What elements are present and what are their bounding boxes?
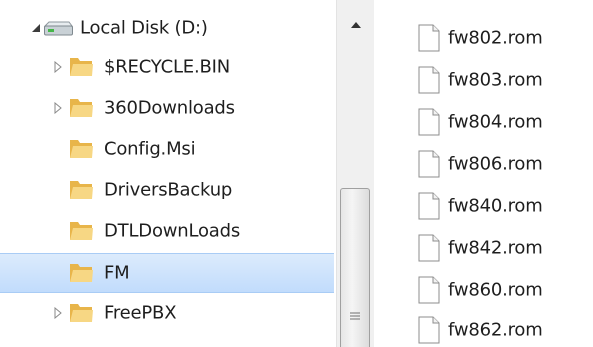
tree-item-local-disk-d[interactable]: Local Disk (D:) <box>0 9 334 47</box>
folder-icon <box>70 264 93 282</box>
file-item[interactable]: fw806.rom <box>374 144 593 184</box>
folder-icon <box>70 58 93 76</box>
scrollbar-thumb[interactable] <box>340 188 370 347</box>
file-item[interactable]: fw860.rom <box>374 270 593 310</box>
file-name: fw804.rom <box>448 111 543 133</box>
file-icon <box>418 66 440 94</box>
tree-item-driversbackup[interactable]: DriversBackup <box>0 171 334 209</box>
file-icon <box>418 192 440 220</box>
file-name: fw803.rom <box>448 69 543 91</box>
collapsed-arrow-icon[interactable] <box>52 102 64 114</box>
file-name: fw802.rom <box>448 27 543 49</box>
file-name: fw860.rom <box>448 279 543 301</box>
file-name: fw806.rom <box>448 153 543 175</box>
tree-item-recycle-bin[interactable]: $RECYCLE.BIN <box>0 48 334 86</box>
tree-item-label: DTLDownLoads <box>104 220 241 242</box>
tree-item-config-msi[interactable]: Config.Msi <box>0 130 334 168</box>
tree-item-label: DriversBackup <box>104 179 233 201</box>
tree-item-label: Config.Msi <box>104 138 196 160</box>
grip-icon <box>350 312 360 320</box>
file-item[interactable]: fw803.rom <box>374 60 593 100</box>
file-name: fw840.rom <box>448 195 543 217</box>
folder-icon <box>70 99 93 117</box>
drive-icon <box>43 21 73 36</box>
file-item[interactable]: fw862.rom <box>374 310 593 347</box>
folder-icon <box>70 304 93 322</box>
file-item[interactable]: fw840.rom <box>374 186 593 226</box>
tree-item-fm[interactable]: FM <box>0 253 334 293</box>
expanded-arrow-icon[interactable] <box>30 22 42 34</box>
folder-icon <box>70 140 93 158</box>
tree-item-label: FM <box>104 262 130 284</box>
file-name: fw862.rom <box>448 319 543 341</box>
scroll-up-arrow-icon[interactable] <box>337 0 375 34</box>
tree-item-label: Local Disk (D:) <box>80 17 208 39</box>
collapsed-arrow-icon[interactable] <box>52 61 64 73</box>
file-item[interactable]: fw802.rom <box>374 18 593 58</box>
file-item[interactable]: fw842.rom <box>374 228 593 268</box>
folder-tree: Local Disk (D:) $RECYCLE.BIN 360Download… <box>0 0 334 347</box>
folder-icon <box>70 181 93 199</box>
tree-item-label: 360Downloads <box>104 97 235 119</box>
file-list: fw802.rom fw803.rom fw804.rom fw806.rom … <box>374 0 593 347</box>
tree-vertical-scrollbar[interactable] <box>336 0 374 347</box>
tree-item-dtldownloads[interactable]: DTLDownLoads <box>0 212 334 250</box>
file-icon <box>418 24 440 52</box>
collapsed-arrow-icon[interactable] <box>52 307 64 319</box>
file-name: fw842.rom <box>448 237 543 259</box>
file-icon <box>418 316 440 344</box>
tree-item-label: FreePBX <box>104 302 177 324</box>
file-icon <box>418 234 440 262</box>
file-icon <box>418 150 440 178</box>
tree-item-label: $RECYCLE.BIN <box>104 56 231 78</box>
file-icon <box>418 108 440 136</box>
file-item[interactable]: fw804.rom <box>374 102 593 142</box>
folder-icon <box>70 222 93 240</box>
tree-item-360downloads[interactable]: 360Downloads <box>0 89 334 127</box>
file-icon <box>418 276 440 304</box>
tree-item-freepbx[interactable]: FreePBX <box>0 294 334 332</box>
